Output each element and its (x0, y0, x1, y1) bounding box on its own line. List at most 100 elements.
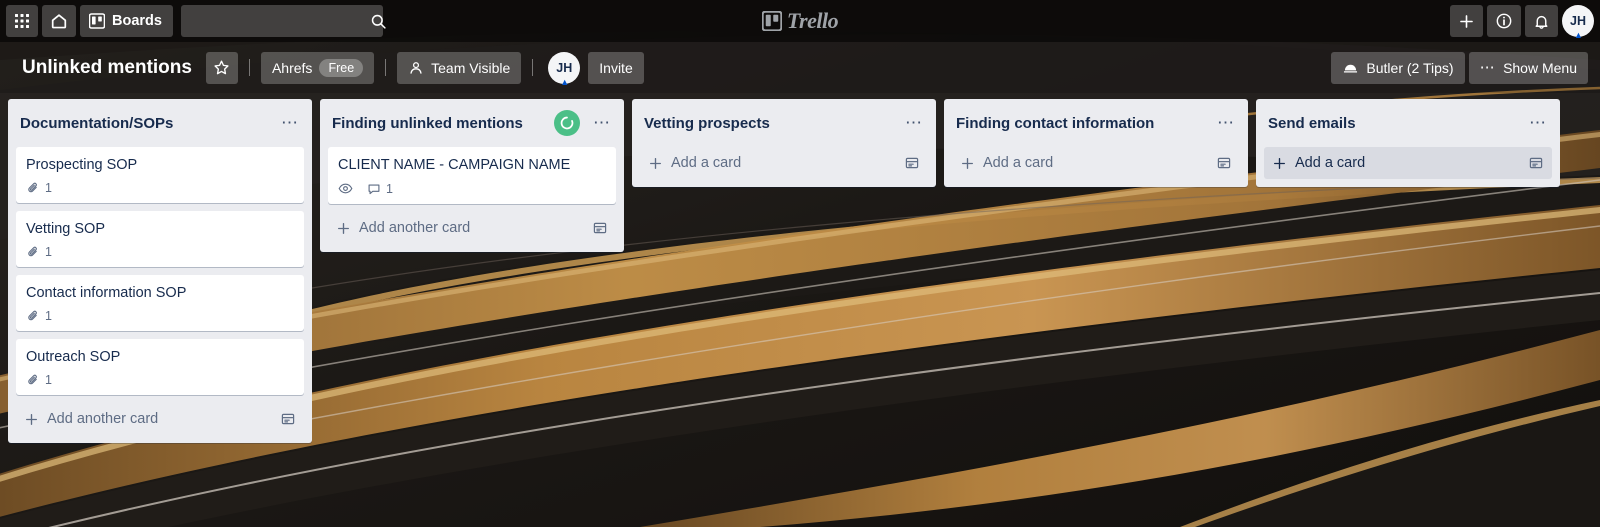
paperclip-icon (26, 373, 40, 387)
card-template-icon[interactable] (280, 411, 296, 427)
home-button[interactable] (42, 5, 76, 37)
search-input[interactable] (188, 13, 370, 29)
card-attachments-badge: 1 (26, 373, 52, 387)
spinner-icon (559, 115, 575, 131)
star-board-button[interactable] (205, 51, 238, 84)
list-actions-button[interactable]: ⋯ (276, 109, 304, 137)
add-card-button[interactable]: Add a card (1264, 147, 1552, 179)
add-card-button[interactable]: Add a card (640, 147, 928, 179)
add-card-button[interactable]: Add another card (16, 403, 304, 435)
avatar-initials: JH (1570, 14, 1586, 28)
paperclip-icon (26, 245, 40, 259)
list-title[interactable]: Finding contact information (956, 115, 1204, 132)
workspace-name: Ahrefs (271, 59, 313, 76)
notifications-button[interactable] (1525, 5, 1558, 37)
grid-apps-icon (14, 13, 30, 29)
show-menu-button[interactable]: ⋯ Show Menu (1468, 51, 1588, 84)
board-list: Documentation/SOPs ⋯ Prospecting SOP 1 Vetti… (8, 99, 312, 443)
add-card-button[interactable]: Add a card (952, 147, 1240, 179)
card[interactable]: Prospecting SOP 1 (16, 147, 304, 203)
plan-badge: Free (319, 58, 364, 77)
card-title: Vetting SOP (26, 221, 105, 237)
list-actions-button[interactable]: ⋯ (588, 109, 616, 137)
star-icon (213, 59, 230, 76)
add-card-label: Add a card (671, 155, 742, 171)
card-attachments-badge: 1 (26, 245, 52, 259)
card-comment-count: 1 (386, 181, 393, 196)
butler-label: Butler (2 Tips) (1366, 59, 1454, 76)
plus-icon (1272, 156, 1287, 171)
trello-wordmark: Trello (786, 8, 839, 33)
add-card-label: Add another card (359, 220, 471, 236)
apps-grid-button[interactable] (6, 5, 38, 37)
list-header: Vetting prospects ⋯ (632, 99, 936, 147)
list-header: Send emails ⋯ (1256, 99, 1560, 147)
board-member-avatar[interactable]: JH ▲ (548, 51, 581, 86)
card[interactable]: Contact information SOP 1 (16, 275, 304, 331)
boards-label: Boards (112, 13, 162, 29)
card[interactable]: Outreach SOP 1 (16, 339, 304, 395)
card-attachment-count: 1 (45, 309, 52, 323)
workspace-button[interactable]: Ahrefs Free (260, 51, 375, 84)
trello-logo-icon (761, 11, 782, 31)
home-icon (50, 12, 68, 30)
add-card-label: Add another card (47, 411, 159, 427)
user-avatar[interactable]: JH ▲ (1562, 5, 1594, 40)
visibility-label: Team Visible (431, 59, 511, 76)
butler-list-badge[interactable] (554, 110, 580, 136)
board-list: Vetting prospects ⋯ Add a card (632, 99, 936, 187)
header-divider (385, 59, 387, 76)
card-template-icon[interactable] (1528, 155, 1544, 171)
card-template-icon[interactable] (1216, 155, 1232, 171)
board-lists-container: Documentation/SOPs ⋯ Prospecting SOP 1 Vetti… (0, 93, 1600, 527)
team-visible-icon (408, 60, 424, 76)
member-initials: JH (556, 60, 573, 75)
list-title[interactable]: Send emails (1268, 115, 1516, 132)
info-icon (1495, 12, 1513, 30)
paperclip-icon (26, 309, 40, 323)
invite-button[interactable]: Invite (588, 51, 644, 84)
plus-icon (648, 156, 663, 171)
visibility-button[interactable]: Team Visible (397, 51, 522, 84)
card[interactable]: CLIENT NAME - CAMPAIGN NAME 1 (328, 147, 616, 204)
eye-icon (338, 181, 353, 196)
search-box[interactable] (180, 5, 386, 37)
card-badges: 1 (26, 307, 296, 325)
list-header: Finding contact information ⋯ (944, 99, 1248, 147)
list-title[interactable]: Vetting prospects (644, 115, 892, 132)
list-actions-button[interactable]: ⋯ (1524, 109, 1552, 137)
search-icon[interactable] (370, 13, 387, 30)
add-card-button[interactable]: Add another card (328, 212, 616, 244)
board-title[interactable]: Unlinked mentions (12, 52, 202, 84)
list-actions-button[interactable]: ⋯ (900, 109, 928, 137)
card-badges: 1 (26, 371, 296, 389)
card-title: Prospecting SOP (26, 157, 138, 173)
list-header: Documentation/SOPs ⋯ (8, 99, 312, 147)
butler-button[interactable]: Butler (2 Tips) (1331, 51, 1465, 84)
add-button[interactable] (1450, 5, 1483, 37)
ellipsis-icon: ⋯ (1479, 58, 1497, 76)
plus-icon (336, 221, 351, 236)
card-template-icon[interactable] (904, 155, 920, 171)
card-template-icon[interactable] (592, 220, 608, 236)
comment-icon (367, 182, 381, 196)
bell-icon (1533, 13, 1550, 30)
boards-button[interactable]: Boards (80, 5, 173, 37)
list-actions-button[interactable]: ⋯ (1212, 109, 1240, 137)
card-title: Outreach SOP (26, 349, 121, 365)
invite-label: Invite (599, 59, 633, 76)
list-cards: CLIENT NAME - CAMPAIGN NAME 1 (320, 147, 624, 212)
plus-icon (1458, 13, 1475, 30)
list-title[interactable]: Documentation/SOPs (20, 115, 268, 132)
card-title: Contact information SOP (26, 285, 187, 301)
add-card-label: Add a card (983, 155, 1054, 171)
card-badges: 1 (26, 179, 296, 197)
board-icon (89, 13, 105, 29)
list-title[interactable]: Finding unlinked mentions (332, 115, 546, 132)
info-button[interactable] (1487, 5, 1521, 37)
add-card-label: Add a card (1295, 155, 1366, 171)
card[interactable]: Vetting SOP 1 (16, 211, 304, 267)
board-list: Finding unlinked mentions ⋯ CLIENT NAME - … (320, 99, 624, 252)
list-header: Finding unlinked mentions ⋯ (320, 99, 624, 147)
premium-badge-icon: ▲ (1574, 30, 1583, 40)
